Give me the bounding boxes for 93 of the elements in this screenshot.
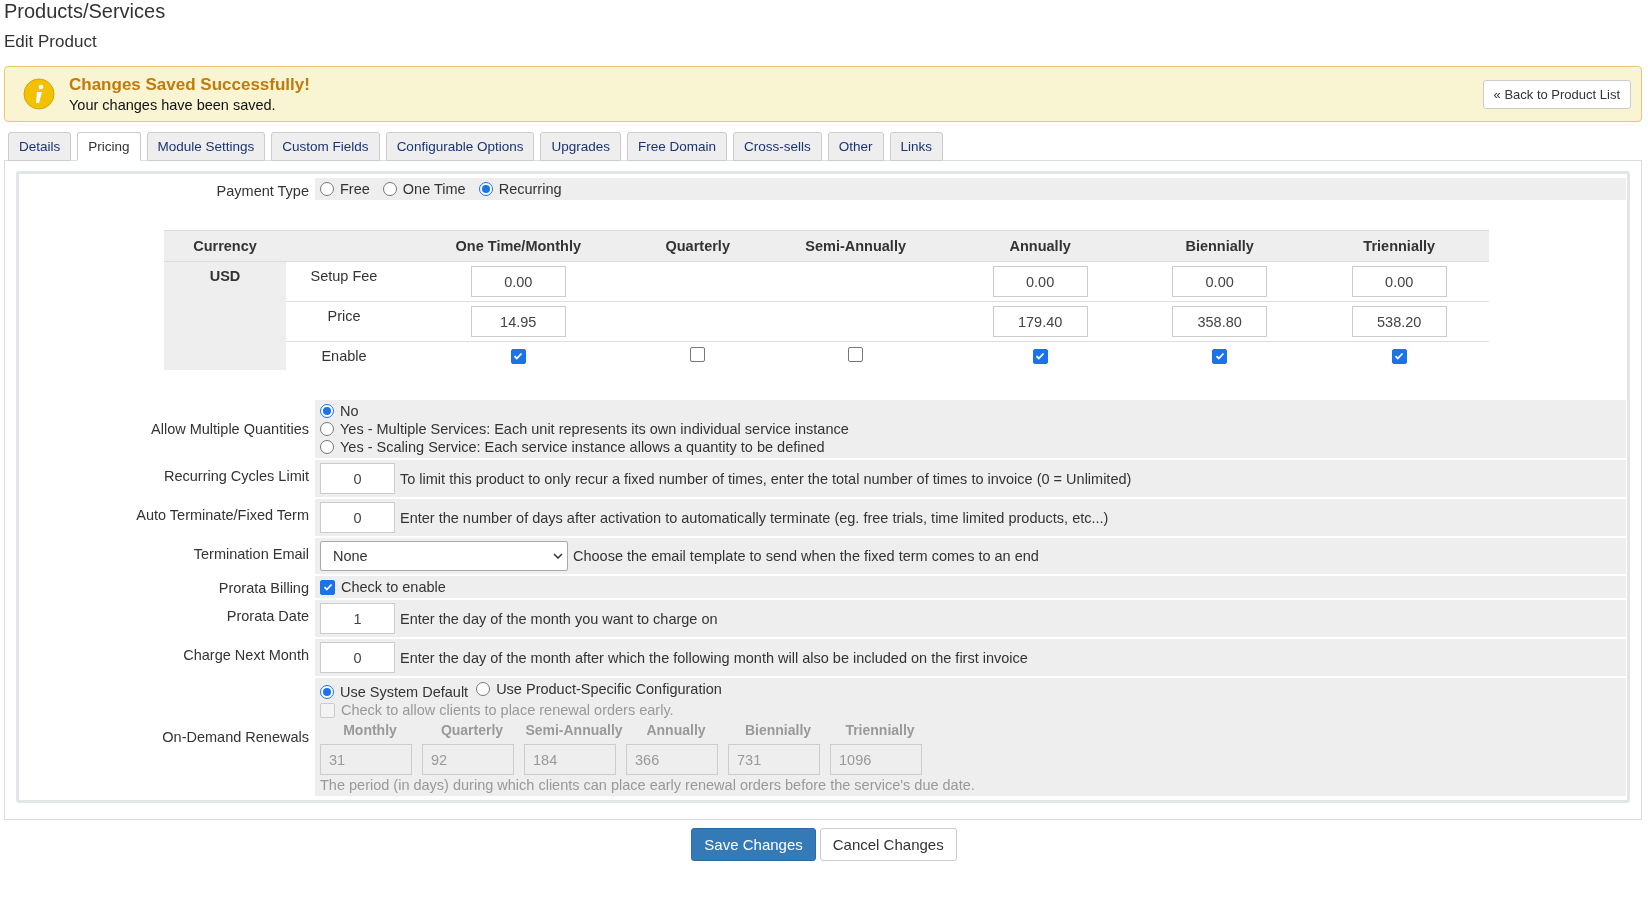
radio-button[interactable] — [320, 182, 334, 196]
number-field[interactable]: 0 — [320, 502, 395, 533]
tab[interactable]: Upgrades — [540, 132, 621, 161]
row-label: Enable — [286, 341, 402, 370]
radio-button[interactable] — [320, 404, 334, 418]
check-icon — [322, 582, 333, 592]
period-header: Semi-Annually — [524, 721, 624, 740]
column-header: Semi-Annually — [760, 230, 951, 262]
cancel-button[interactable]: Cancel Changes — [819, 828, 957, 861]
help-text: Enter the day of the month after which the following month will also be included on the first invoice — [400, 649, 1028, 666]
price-field[interactable]: 0.00 — [1351, 266, 1447, 297]
currency-cell: USD — [164, 261, 286, 370]
radio-button[interactable] — [320, 685, 334, 699]
back-button[interactable]: « Back to Product List — [1482, 79, 1631, 109]
field-label: Auto Terminate/Fixed Term — [135, 506, 310, 525]
tab[interactable]: Module Settings — [146, 132, 266, 161]
price-field[interactable]: 0.00 — [1172, 266, 1268, 297]
check-icon — [1214, 351, 1225, 361]
checkbox-option[interactable]: Check to enable — [320, 579, 446, 595]
column-header: Quarterly — [634, 230, 761, 262]
radio-option[interactable]: Use System Default — [320, 684, 469, 700]
tab[interactable]: Other — [827, 132, 884, 161]
tab[interactable]: Details — [8, 132, 72, 161]
checkbox[interactable] — [510, 348, 526, 364]
radio-option[interactable]: One Time — [382, 181, 466, 197]
radio-option[interactable]: No — [320, 403, 849, 419]
tab[interactable]: Custom Fields — [271, 132, 380, 161]
field-label: Charge Next Month — [182, 646, 310, 665]
row-label: Price — [286, 301, 402, 342]
column-header: Biennially — [1129, 230, 1310, 262]
help-text: Choose the email template to send when the fixed term comes to an end — [573, 548, 1039, 564]
radio-button[interactable] — [478, 182, 493, 196]
period-header: Biennially — [743, 721, 813, 740]
page-title: Products/Services — [4, 0, 167, 22]
radio-option[interactable]: Yes - Multiple Services: Each unit represents its own individual service instance — [320, 421, 849, 437]
check-icon — [513, 351, 524, 361]
page-subtitle: Edit Product — [4, 32, 98, 52]
price-field[interactable]: 14.95 — [470, 306, 566, 337]
check-icon — [1394, 351, 1405, 361]
tab[interactable]: Cross-sells — [733, 132, 822, 161]
radio-option[interactable]: Free — [320, 181, 370, 197]
price-field[interactable]: 0.00 — [470, 266, 566, 297]
chevron-down-icon — [553, 553, 563, 559]
period-header: Quarterly — [439, 721, 505, 740]
radio-button[interactable] — [476, 682, 491, 696]
column-header: Currency — [164, 230, 286, 262]
field-label: On-Demand Renewals — [161, 728, 310, 747]
price-field[interactable]: 358.80 — [1172, 306, 1268, 337]
column-header: Annually — [950, 230, 1130, 262]
column-header: Triennially — [1309, 230, 1489, 262]
number-field[interactable]: 0 — [320, 463, 395, 494]
radio-button[interactable] — [382, 182, 397, 196]
checkbox[interactable] — [690, 347, 706, 362]
price-field[interactable]: 179.40 — [992, 306, 1088, 337]
row-label: Setup Fee — [286, 261, 402, 302]
help-text: To limit this product to only recur a fixed number of times, enter the total number of times to invoice (0 = Unlimited) — [400, 470, 1132, 487]
column-header: One Time/Monthly — [402, 230, 635, 262]
radio-button[interactable] — [320, 422, 334, 436]
info-icon — [23, 78, 55, 110]
radio-button[interactable] — [320, 440, 334, 454]
field-label: Termination Email — [192, 545, 310, 564]
tab[interactable]: Free Domain — [627, 132, 728, 161]
checkbox[interactable] — [1391, 348, 1407, 364]
period-header: Annually — [645, 721, 707, 740]
alert-title: Changes Saved Successfully! — [69, 75, 311, 95]
field-label: Prorata Billing — [217, 579, 310, 598]
price-field[interactable]: 538.20 — [1351, 306, 1447, 337]
number-field[interactable]: 0 — [320, 642, 395, 673]
help-text: Enter the number of days after activation to automatically terminate (eg. free trials, time limited products, etc...) — [400, 509, 1109, 526]
number-field[interactable]: 1 — [320, 603, 395, 634]
checkbox[interactable] — [1032, 348, 1048, 364]
tab[interactable]: Links — [889, 132, 944, 161]
tab[interactable]: Pricing — [77, 132, 141, 161]
price-field[interactable]: 0.00 — [992, 266, 1088, 297]
check-icon — [1035, 351, 1046, 361]
save-button[interactable]: Save Changes — [691, 828, 816, 861]
checkbox[interactable] — [848, 347, 864, 362]
radio-option[interactable]: Yes - Scaling Service: Each service instance allows a quantity to be defined — [320, 439, 849, 455]
tab[interactable]: Configurable Options — [385, 132, 535, 161]
help-text: Enter the day of the month you want to charge on — [400, 610, 718, 627]
field-label: Payment Type — [215, 182, 310, 200]
select-field[interactable]: None — [320, 541, 568, 571]
field-label: Recurring Cycles Limit — [162, 467, 310, 486]
checkbox[interactable] — [1212, 348, 1228, 364]
field-label: Allow Multiple Quantities — [150, 420, 310, 439]
alert-message: Your changes have been saved. — [69, 97, 277, 113]
checkbox[interactable] — [320, 579, 335, 595]
field-label: Prorata Date — [225, 607, 310, 626]
help-text: The period (in days) during which clients can place early renewal orders before the service's due date. — [320, 777, 975, 793]
radio-option[interactable]: Recurring — [478, 181, 562, 197]
radio-option[interactable]: Use Product-Specific Configuration — [476, 681, 722, 697]
period-header: Triennially — [844, 721, 916, 740]
period-header: Monthly — [342, 721, 398, 740]
